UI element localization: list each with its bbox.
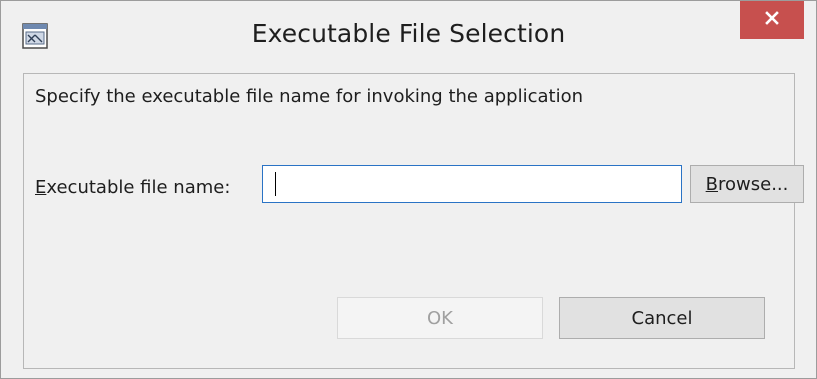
executable-file-name-label: Executable file name: [35, 177, 230, 198]
instruction-text: Specify the executable file name for inv… [35, 86, 584, 107]
browse-label: rowse... [718, 173, 789, 195]
browse-button[interactable]: Browse... [690, 165, 804, 203]
browse-mnemonic: B [705, 173, 718, 195]
window-title: Executable File Selection [251, 19, 566, 48]
ok-button[interactable]: OK [337, 297, 543, 339]
cancel-button[interactable]: Cancel [559, 297, 765, 339]
label-mnemonic: E [35, 177, 47, 198]
dialog-window: Executable File Selection Specify the ex… [0, 0, 817, 379]
title-bar[interactable]: Executable File Selection [1, 1, 816, 73]
close-button[interactable] [740, 1, 804, 39]
text-caret [275, 172, 276, 196]
label-text: xecutable file name: [46, 177, 231, 198]
executable-file-name-input[interactable] [262, 165, 682, 203]
dialog-body: Specify the executable file name for inv… [23, 73, 804, 369]
close-icon [764, 10, 780, 30]
